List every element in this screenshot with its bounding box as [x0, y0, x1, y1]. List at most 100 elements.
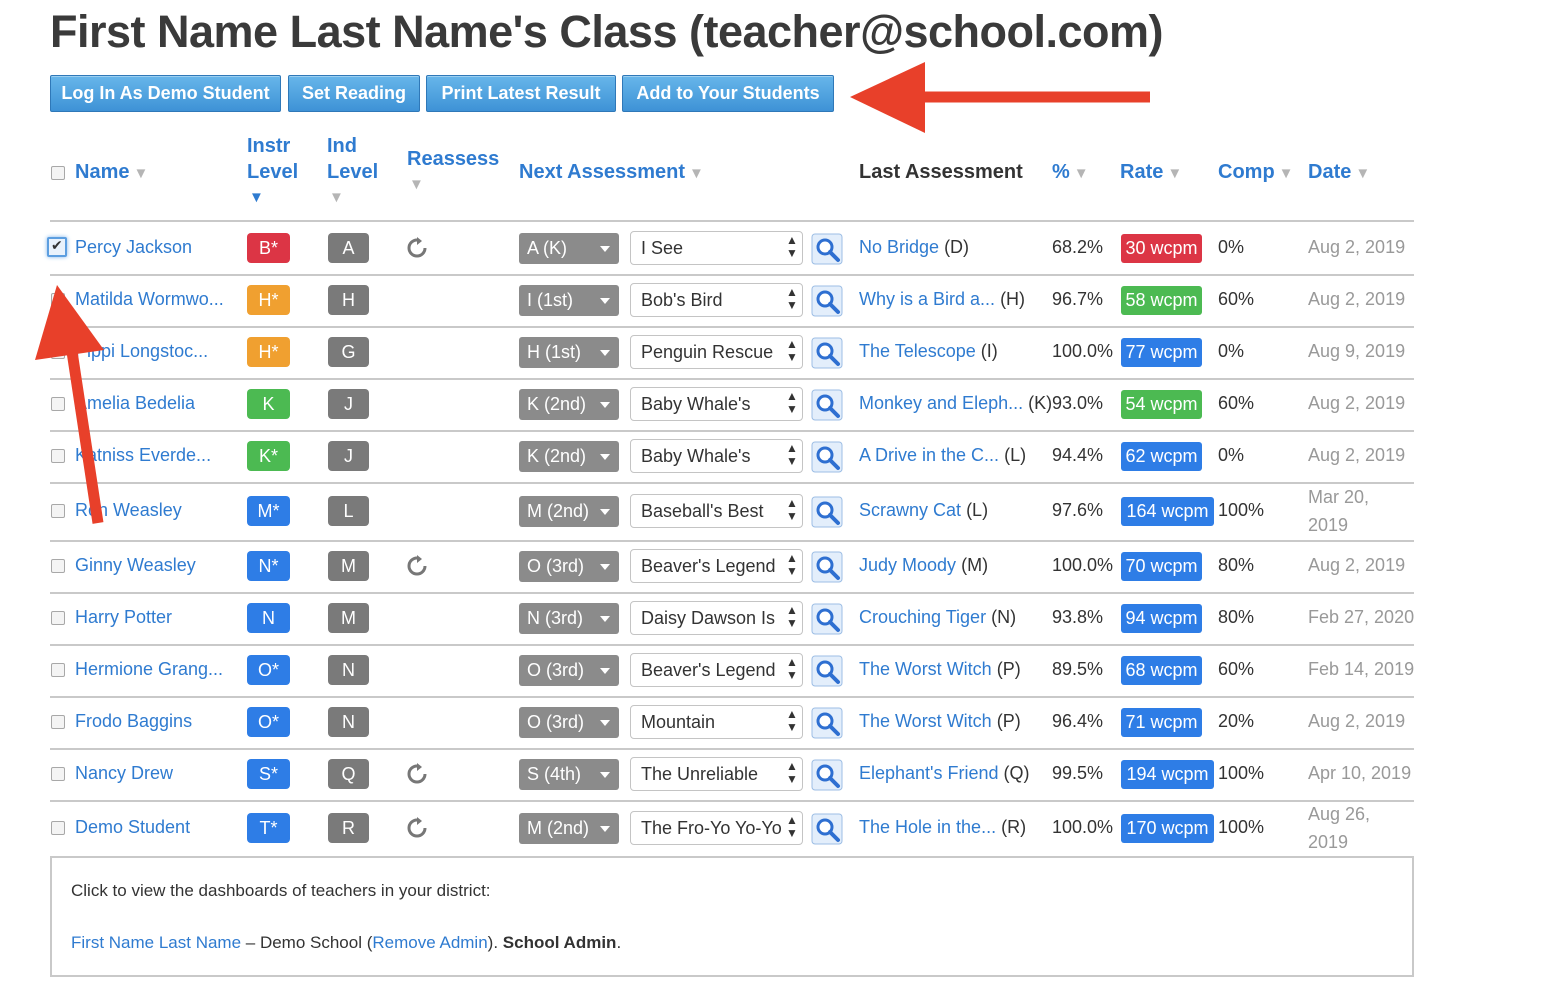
last-assessment-link[interactable]: The Hole in the... [859, 817, 996, 837]
student-name-link[interactable]: Matilda Wormwo... [75, 287, 224, 311]
row-checkbox[interactable] [51, 611, 65, 625]
next-assessment-book-select[interactable]: Bob's Bird ▲ ▼ [630, 283, 803, 317]
column-header-ind-level[interactable]: Ind Level ▼ [327, 133, 378, 211]
next-assessment-book-select[interactable]: The Unreliable For ▲▼ [630, 757, 803, 791]
remove-admin-link[interactable]: Remove Admin [372, 933, 487, 952]
instr-level-badge[interactable]: M* [247, 496, 290, 526]
student-name-link[interactable]: Ginny Weasley [75, 553, 196, 577]
student-name-link[interactable]: Demo Student [75, 815, 190, 839]
next-assessment-level-select[interactable]: M (2nd) [519, 496, 619, 527]
last-assessment-link[interactable]: Crouching Tiger [859, 607, 986, 627]
column-header-date[interactable]: Date ▼ [1308, 159, 1370, 187]
next-assessment-level-select[interactable]: M (2nd) [519, 813, 619, 844]
next-assessment-book-select[interactable]: Beaver's Legend ▲ ▼ [630, 549, 803, 583]
reassess-refresh-icon[interactable] [406, 237, 428, 259]
preview-magnifier-icon[interactable] [811, 285, 843, 317]
instr-level-badge[interactable]: O* [247, 655, 290, 685]
next-assessment-level-select[interactable]: O (3rd) [519, 551, 619, 582]
row-checkbox[interactable] [51, 559, 65, 573]
log-in-as-demo-student-button[interactable]: Log In As Demo Student [50, 75, 281, 112]
instr-level-badge[interactable]: S* [247, 759, 290, 789]
add-to-your-students-button[interactable]: Add to Your Students [622, 75, 834, 112]
next-assessment-level-select[interactable]: O (3rd) [519, 707, 619, 738]
preview-magnifier-icon[interactable] [811, 441, 843, 473]
column-header-next-assessment[interactable]: Next Assessment ▼ [519, 159, 704, 187]
print-latest-result-button[interactable]: Print Latest Result [426, 75, 616, 112]
next-assessment-level-select[interactable]: N (3rd) [519, 603, 619, 634]
student-name-link[interactable]: Nancy Drew [75, 761, 173, 785]
row-checkbox[interactable] [47, 237, 67, 257]
last-assessment-link[interactable]: Scrawny Cat [859, 500, 961, 520]
next-assessment-level-select[interactable]: H (1st) [519, 337, 619, 368]
preview-magnifier-icon[interactable] [811, 389, 843, 421]
next-assessment-book-select[interactable]: Baby Whale's Mist ▲▼ [630, 387, 803, 421]
teacher-dashboard-link[interactable]: First Name Last Name [71, 933, 241, 952]
last-assessment-link[interactable]: Monkey and Eleph... [859, 393, 1023, 413]
column-header-percent[interactable]: % ▼ [1052, 159, 1089, 187]
reassess-refresh-icon[interactable] [406, 555, 428, 577]
last-assessment-link[interactable]: The Worst Witch [859, 659, 992, 679]
student-name-link[interactable]: Amelia Bedelia [75, 391, 195, 415]
student-name-link[interactable]: Harry Potter [75, 605, 172, 629]
student-name-link[interactable]: Pippi Longstoc... [75, 339, 208, 363]
next-assessment-level-select[interactable]: K (2nd) [519, 389, 619, 420]
next-assessment-book-select[interactable]: Baby Whale's Mist ▲▼ [630, 439, 803, 473]
preview-magnifier-icon[interactable] [811, 759, 843, 791]
last-assessment-link[interactable]: Judy Moody [859, 555, 956, 575]
last-assessment-link[interactable]: The Telescope [859, 341, 976, 361]
student-name-link[interactable]: Katniss Everde... [75, 443, 211, 467]
instr-level-badge[interactable]: H* [247, 285, 290, 315]
next-assessment-book-select[interactable]: Beaver's Legend ▲ ▼ [630, 653, 803, 687]
instr-level-badge[interactable]: H* [247, 337, 290, 367]
instr-level-badge[interactable]: N* [247, 551, 290, 581]
next-assessment-book-select[interactable]: The Fro-Yo Yo-Yo (▲▼ [630, 811, 803, 845]
row-checkbox[interactable] [51, 821, 65, 835]
student-name-link[interactable]: Frodo Baggins [75, 709, 192, 733]
last-assessment-link[interactable]: The Worst Witch [859, 711, 992, 731]
instr-level-badge[interactable]: B* [247, 233, 290, 263]
set-reading-button[interactable]: Set Reading [288, 75, 420, 112]
preview-magnifier-icon[interactable] [811, 813, 843, 845]
row-checkbox[interactable] [51, 345, 65, 359]
row-checkbox[interactable] [51, 663, 65, 677]
row-checkbox[interactable] [51, 293, 65, 307]
select-all-checkbox[interactable] [51, 166, 65, 180]
row-checkbox[interactable] [51, 449, 65, 463]
last-assessment-link[interactable]: No Bridge [859, 237, 939, 257]
instr-level-badge[interactable]: O* [247, 707, 290, 737]
last-assessment-link[interactable]: Elephant's Friend [859, 763, 999, 783]
column-header-instr-level[interactable]: Instr Level ▼ [247, 133, 298, 211]
next-assessment-book-select[interactable]: Mountain Adventu ▲▼ [630, 705, 803, 739]
next-assessment-level-select[interactable]: K (2nd) [519, 441, 619, 472]
last-assessment-link[interactable]: A Drive in the C... [859, 445, 999, 465]
column-header-reassess[interactable]: Reassess ▼ [407, 146, 499, 198]
next-assessment-level-select[interactable]: O (3rd) [519, 655, 619, 686]
next-assessment-level-select[interactable]: I (1st) [519, 285, 619, 316]
preview-magnifier-icon[interactable] [811, 707, 843, 739]
next-assessment-book-select[interactable]: I See ▲ ▼ [630, 231, 803, 265]
student-name-link[interactable]: Hermione Grang... [75, 657, 223, 681]
column-header-name[interactable]: Name ▼ [75, 159, 148, 187]
next-assessment-book-select[interactable]: Daisy Dawson Is o ▲▼ [630, 601, 803, 635]
next-assessment-book-select[interactable]: Penguin Rescue ▲ ▼ [630, 335, 803, 369]
reassess-refresh-icon[interactable] [406, 763, 428, 785]
instr-level-badge[interactable]: K* [247, 441, 290, 471]
row-checkbox[interactable] [51, 504, 65, 518]
preview-magnifier-icon[interactable] [811, 603, 843, 635]
column-header-rate[interactable]: Rate ▼ [1120, 159, 1182, 187]
last-assessment-link[interactable]: Why is a Bird a... [859, 289, 995, 309]
preview-magnifier-icon[interactable] [811, 496, 843, 528]
student-name-link[interactable]: Ron Weasley [75, 498, 182, 522]
next-assessment-level-select[interactable]: A (K) [519, 233, 619, 264]
row-checkbox[interactable] [51, 767, 65, 781]
preview-magnifier-icon[interactable] [811, 551, 843, 583]
row-checkbox[interactable] [51, 715, 65, 729]
next-assessment-book-select[interactable]: Baseball's Best ▲ ▼ [630, 494, 803, 528]
instr-level-badge[interactable]: K [247, 389, 290, 419]
preview-magnifier-icon[interactable] [811, 337, 843, 369]
reassess-refresh-icon[interactable] [406, 817, 428, 839]
preview-magnifier-icon[interactable] [811, 655, 843, 687]
next-assessment-level-select[interactable]: S (4th) [519, 759, 619, 790]
preview-magnifier-icon[interactable] [811, 233, 843, 265]
instr-level-badge[interactable]: N [247, 603, 290, 633]
